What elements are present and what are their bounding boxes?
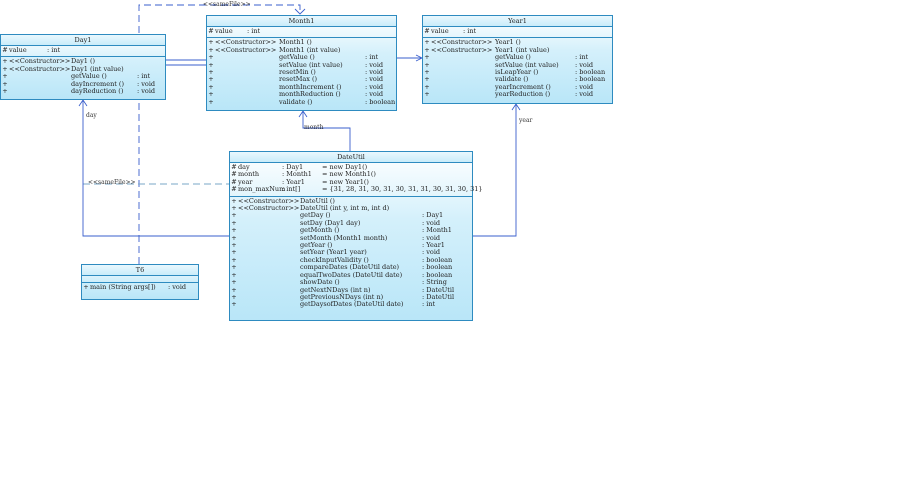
fields-section: # value : int <box>207 27 396 39</box>
class-title: Month1 <box>207 16 396 27</box>
method-return-type: : int <box>422 300 436 309</box>
year-role-label: year <box>519 117 533 124</box>
methods-section: + <<Constructor>> Month1 () + <<Constructor>… <box>207 38 396 108</box>
method-stereotype <box>238 242 300 249</box>
method-stereotype: <<Constructor>> <box>9 64 71 73</box>
method-stereotype <box>238 227 300 234</box>
visibility-marker: + <box>2 87 8 96</box>
method-signature: getDaysofDates (DateUtil date) <box>300 300 404 309</box>
method-stereotype <box>431 62 495 69</box>
field-name: value <box>215 27 233 35</box>
method-stereotype <box>238 249 300 256</box>
method-stereotype <box>431 84 495 91</box>
method-stereotype <box>9 88 71 95</box>
field-name: value <box>431 27 449 35</box>
method-return-type: : void <box>575 90 594 99</box>
field-row[interactable]: # value : int <box>423 27 612 35</box>
method-signature: yearReduction () <box>495 90 551 99</box>
visibility-marker: # <box>231 185 237 194</box>
fields-section: # value : int <box>423 27 612 39</box>
field-row[interactable]: # value : int <box>207 27 396 35</box>
method-stereotype <box>215 54 279 61</box>
method-stereotype <box>238 272 300 279</box>
method-stereotype <box>238 212 300 219</box>
field-name: mon_maxNum <box>238 185 286 194</box>
class-month1[interactable]: Month1 # value: int + <<Constructor>> Month… <box>206 15 397 111</box>
field-type: : int <box>47 46 61 54</box>
methods-section: + <<Constructor>> Year1 () + <<Constructor>>… <box>423 38 612 100</box>
class-day1[interactable]: Day1 # value: int + <<Constructor>> Day1 ()… <box>0 34 166 100</box>
method-stereotype <box>238 257 300 264</box>
method-stereotype <box>215 62 279 69</box>
method-stereotype <box>238 264 300 271</box>
method-row[interactable]: + validate () : boolean <box>207 97 396 106</box>
method-stereotype <box>431 54 495 61</box>
methods-section: + <<Constructor>> DateUtil () + <<Constructo… <box>230 197 472 311</box>
method-signature: dayReduction () <box>71 87 124 96</box>
fields-section <box>82 276 198 283</box>
field-type: : int[] <box>282 185 301 194</box>
method-stereotype <box>215 84 279 91</box>
method-stereotype <box>9 73 71 80</box>
method-stereotype: main (String args[]) <box>90 283 156 291</box>
class-title: Year1 <box>423 16 612 27</box>
fields-section: # value : int <box>1 46 165 58</box>
field-type: : int <box>463 27 477 35</box>
method-stereotype: <<Constructor>> <box>215 45 277 54</box>
field-row[interactable]: # mon_maxNum: int[] = {31, 28, 31, 30, 31,… <box>230 185 483 194</box>
method-stereotype <box>9 81 71 88</box>
samefile-label-top: <<sameFile>> <box>203 1 251 8</box>
method-row[interactable]: + main (String args[]) : void <box>82 283 198 291</box>
month-role-label: month <box>304 124 324 131</box>
method-stereotype <box>215 99 279 106</box>
method-stereotype <box>215 76 279 83</box>
method-row[interactable]: + yearReduction () : void <box>423 90 612 99</box>
visibility-marker: + <box>424 90 430 99</box>
method-stereotype <box>238 287 300 294</box>
class-title: T6 <box>82 265 198 276</box>
field-initial-value: = {31, 28, 31, 30, 31, 30, 31, 31, 30, 3… <box>322 185 483 194</box>
class-title: Day1 <box>1 35 165 46</box>
visibility-marker: + <box>231 300 237 309</box>
visibility-marker: # <box>2 46 8 54</box>
method-return-type: : void <box>168 283 187 291</box>
method-row[interactable]: + getDaysofDates (DateUtil date) : int <box>230 300 472 309</box>
class-t6[interactable]: T6 + main (String args[]) : void <box>81 264 199 300</box>
method-return-type: : boolean <box>365 97 396 106</box>
field-type: : int <box>247 27 261 35</box>
methods-section: + main (String args[]) : void <box>82 283 198 293</box>
method-stereotype <box>238 301 300 308</box>
visibility-marker: # <box>208 27 214 35</box>
method-return-type: : void <box>137 87 156 96</box>
class-dateutil[interactable]: DateUtil # day: Day1 = new Day1() # month: M… <box>229 151 483 321</box>
class-year1[interactable]: Year1 # value: int + <<Constructor>> Year1 … <box>422 15 613 104</box>
visibility-marker: + <box>208 97 214 106</box>
day-role-label: day <box>86 112 97 119</box>
method-stereotype <box>215 69 279 76</box>
visibility-marker: # <box>424 27 430 35</box>
method-stereotype <box>431 76 495 83</box>
method-stereotype <box>431 91 495 98</box>
method-stereotype <box>238 294 300 301</box>
fields-section: # day: Day1 = new Day1() # month: Month1 = ne… <box>230 163 483 197</box>
visibility-marker: + <box>83 283 89 291</box>
method-stereotype <box>238 235 300 242</box>
method-stereotype: <<Constructor>> <box>238 204 300 213</box>
methods-section: + <<Constructor>> Day1 () + <<Constructor>> D… <box>1 57 165 97</box>
method-stereotype <box>238 279 300 286</box>
field-row[interactable]: # value : int <box>1 46 165 54</box>
method-row[interactable]: + dayReduction () : void <box>1 87 165 96</box>
samefile-label-left: <<sameFile>> <box>88 179 136 186</box>
method-stereotype <box>215 91 279 98</box>
method-stereotype: <<Constructor>> <box>431 45 493 54</box>
method-stereotype <box>431 69 495 76</box>
class-title: DateUtil <box>230 152 472 163</box>
method-stereotype <box>238 220 300 227</box>
field-name: value <box>9 46 27 54</box>
method-signature: validate () <box>279 97 313 106</box>
